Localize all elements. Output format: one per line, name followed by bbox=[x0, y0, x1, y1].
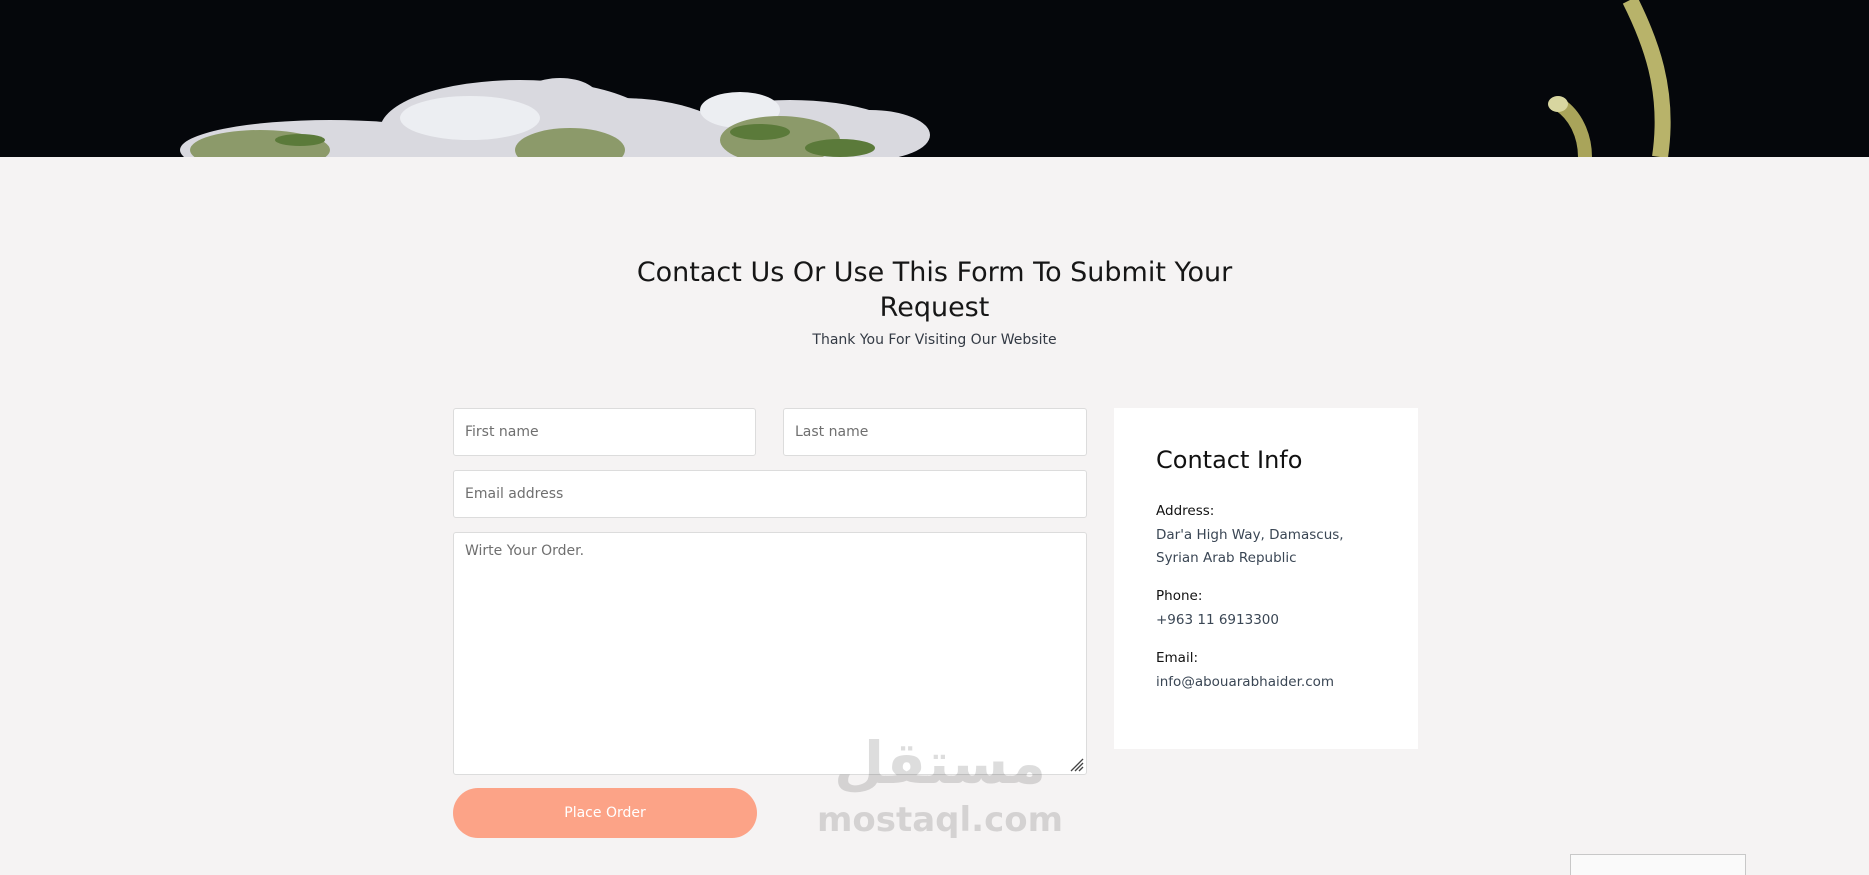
hero-banner-image bbox=[0, 0, 1869, 157]
page-subtitle: Thank You For Visiting Our Website bbox=[812, 332, 1057, 348]
phone-value: +963 11 6913300 bbox=[1156, 612, 1279, 628]
email-input[interactable] bbox=[453, 470, 1087, 518]
email-block: Email: info@abouarabhaider.com bbox=[1156, 647, 1376, 694]
first-name-input[interactable] bbox=[453, 408, 756, 456]
last-name-input[interactable] bbox=[783, 408, 1087, 456]
email-label: Email: bbox=[1156, 650, 1199, 666]
contact-section: Contact Us Or Use This Form To Submit Yo… bbox=[0, 157, 1869, 875]
resize-handle-icon[interactable] bbox=[1068, 756, 1084, 772]
phone-block: Phone: +963 11 6913300 bbox=[1156, 585, 1376, 632]
email-value: info@abouarabhaider.com bbox=[1156, 674, 1335, 690]
order-textarea[interactable] bbox=[453, 532, 1087, 775]
page-title: Contact Us Or Use This Form To Submit Yo… bbox=[636, 257, 1233, 323]
address-block: Address: Dar'a High Way, Damascus, Syria… bbox=[1156, 500, 1376, 570]
contact-info-card: Contact Info Address: Dar'a High Way, Da… bbox=[1114, 408, 1418, 749]
contact-info-title: Contact Info bbox=[1156, 446, 1303, 474]
place-order-button[interactable]: Place Order bbox=[453, 788, 757, 838]
watermark-latin-text: mostaql.com bbox=[816, 800, 1064, 840]
address-value: Dar'a High Way, Damascus, Syrian Arab Re… bbox=[1156, 527, 1344, 566]
phone-label: Phone: bbox=[1156, 588, 1203, 604]
flower-photo bbox=[180, 0, 1671, 157]
address-label: Address: bbox=[1156, 503, 1215, 519]
